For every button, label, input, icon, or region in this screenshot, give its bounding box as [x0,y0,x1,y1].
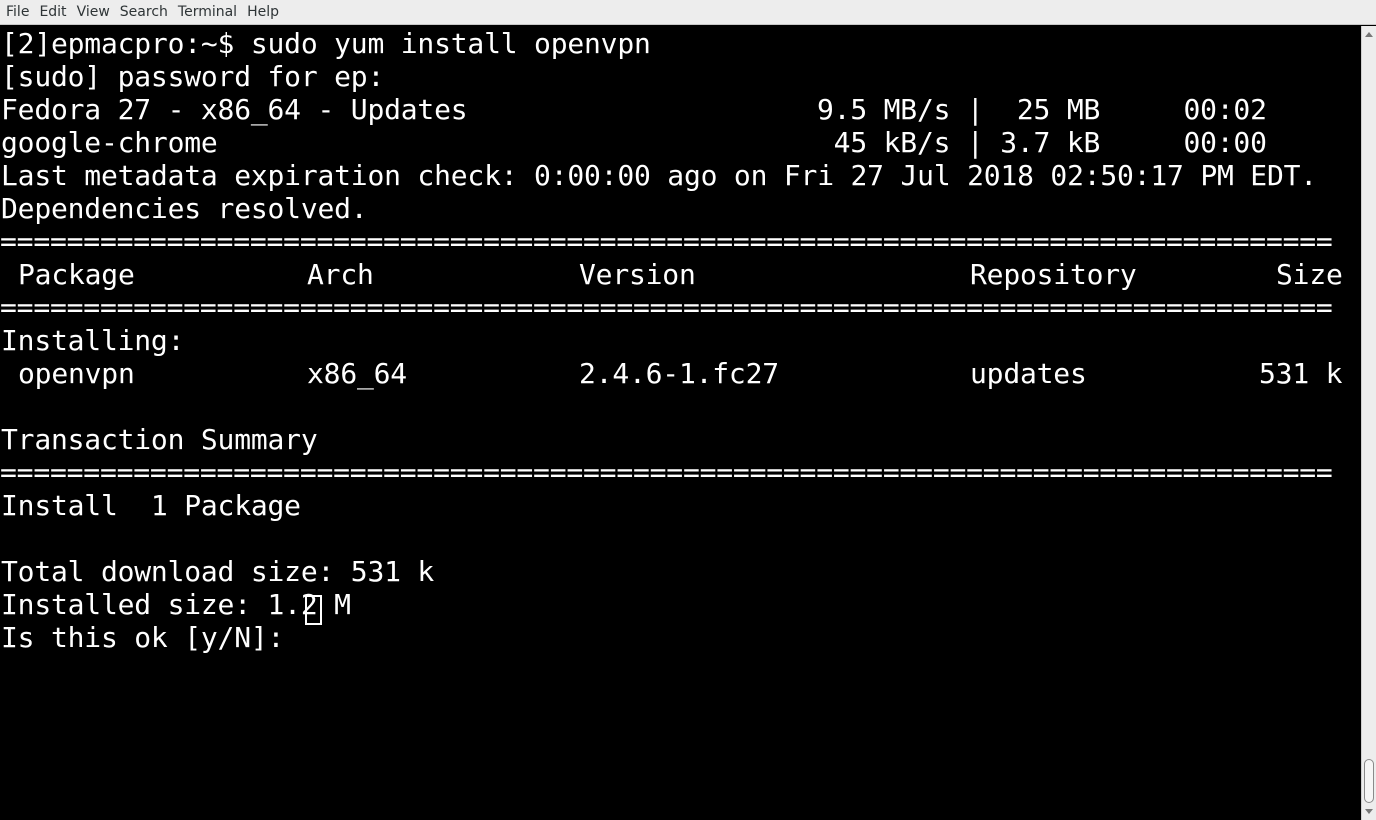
install-count-line: Install 1 Package [1,489,301,522]
repo-fedora-stats: 9.5 MB/s | 25 MB 00:02 [817,93,1267,126]
header-version: Version [579,258,696,291]
resolved-line: Dependencies resolved. [1,192,368,225]
menu-search[interactable]: Search [116,0,172,24]
header-arch: Arch [307,258,374,291]
scroll-up-arrow-icon[interactable] [1365,32,1373,37]
total-download-line: Total download size: 531 k [1,555,435,588]
menu-view[interactable]: View [73,0,114,24]
menu-terminal[interactable]: Terminal [174,0,241,24]
metadata-line: Last metadata expiration check: 0:00:00 … [1,159,1317,192]
repo-chrome-stats: 45 kB/s | 3.7 kB 00:00 [817,126,1267,159]
header-size: Size [1276,258,1343,291]
separator-rule: ========================================… [0,225,1333,258]
terminal-window: File Edit View Search Terminal Help [2]e… [0,0,1376,820]
command-line: [2]epmacpro:~$ sudo yum install openvpn [1,27,651,60]
scroll-down-arrow-icon[interactable] [1365,809,1373,814]
installing-line: Installing: [1,324,185,357]
repo-chrome-name: google-chrome [1,126,218,159]
installed-size-line: Installed size: 1.2 M [1,588,351,621]
vertical-scrollbar[interactable] [1361,26,1376,820]
row-size: 531 k [1259,357,1343,390]
transaction-summary-line: Transaction Summary [1,423,318,456]
separator-rule: ========================================… [0,456,1333,489]
confirm-prompt-line: Is this ok [y/N]: [1,621,301,654]
header-package: Package [18,258,135,291]
sudo-prompt-line: [sudo] password for ep: [1,60,385,93]
repo-fedora-name: Fedora 27 - x86_64 - Updates [1,93,468,126]
row-repository: updates [970,357,1087,390]
header-repository: Repository [970,258,1137,291]
row-arch: x86_64 [307,357,407,390]
menu-help[interactable]: Help [243,0,283,24]
separator-rule: ========================================… [0,291,1333,324]
menu-bar: File Edit View Search Terminal Help [0,0,1376,25]
terminal-output[interactable]: [2]epmacpro:~$ sudo yum install openvpn … [0,26,1361,820]
scrollbar-thumb[interactable] [1364,759,1374,803]
row-package: openvpn [18,357,135,390]
menu-edit[interactable]: Edit [35,0,70,24]
text-cursor [305,595,322,625]
menu-file[interactable]: File [2,0,33,24]
row-version: 2.4.6-1.fc27 [579,357,779,390]
